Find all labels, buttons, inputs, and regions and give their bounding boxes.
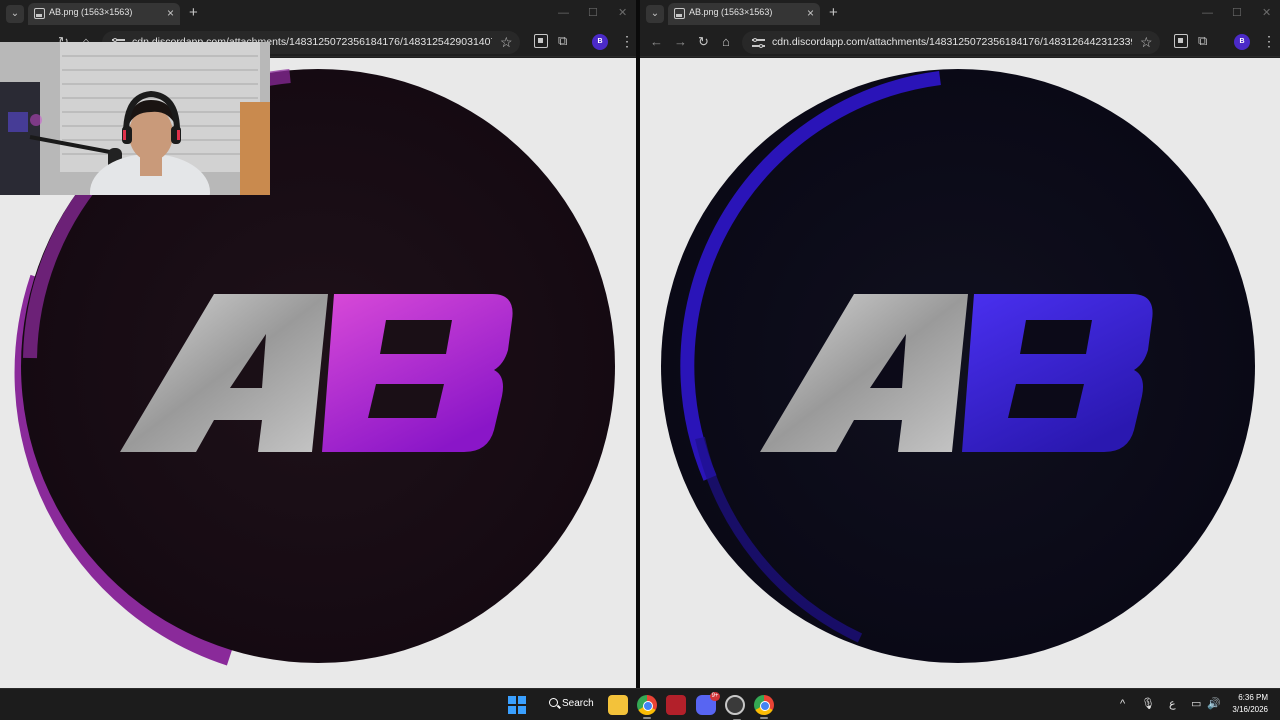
clock-time: 6:36 PM [1238,693,1268,702]
site-info-icon[interactable] [752,36,765,49]
notification-badge: 9+ [710,692,720,701]
maximize-button[interactable]: ☐ [588,6,598,20]
qr-code-icon[interactable] [1174,34,1188,48]
taskbar: Search 9+ ^ 🎙 ع ▭ 🔊 6:36 PM 3/16/2026 [0,688,1280,720]
close-window-button[interactable]: ✕ [618,6,627,20]
search-icon [549,698,558,707]
taskbar-search[interactable]: Search [538,693,600,717]
search-label: Search [562,698,594,709]
forward-button[interactable]: → [674,34,687,50]
profile-avatar[interactable]: B [1234,34,1250,50]
tab-strip: ⌄ AB.png (1563×1563) × + — ☐ ✕ [0,0,636,28]
discord-icon[interactable]: 9+ [696,692,720,715]
red-app-icon[interactable] [666,695,686,715]
file-explorer-icon[interactable] [608,695,628,715]
tab-title: AB.png (1563×1563) [689,7,773,17]
chevron-up-icon[interactable]: ^ [1120,697,1125,711]
tab-title: AB.png (1563×1563) [49,7,133,17]
close-window-button[interactable]: ✕ [1262,6,1271,20]
tab-image[interactable]: AB.png (1563×1563) × [28,3,180,25]
maximize-button[interactable]: ☐ [1232,6,1242,20]
bookmark-star-icon[interactable]: ☆ [500,34,513,50]
profile-avatar[interactable]: B [592,34,608,50]
image-icon [674,8,685,19]
tab-search-button[interactable]: ⌄ [6,5,24,23]
tab-close-icon[interactable]: × [167,6,174,20]
minimize-button[interactable]: — [1202,6,1213,20]
volume-icon[interactable]: 🔊 [1207,697,1221,711]
minimize-button[interactable]: — [558,6,569,20]
clock[interactable]: 6:36 PM 3/16/2026 [1226,692,1268,716]
browser-window-right: ⌄ AB.png (1563×1563) × + — ☐ ✕ ← → ↻ ⌂ c… [640,0,1280,688]
menu-kebab-icon[interactable]: ⋮ [1262,33,1276,49]
letter-b [322,294,513,452]
obs-icon[interactable] [725,695,745,720]
chrome-icon[interactable] [637,695,657,719]
home-button[interactable]: ⌂ [722,34,730,50]
desktop: ⌄ AB.png (1563×1563) × + — ☐ ✕ ← → ↻ ⌂ c… [0,0,1280,720]
bookmark-star-icon[interactable]: ☆ [1140,34,1153,50]
extensions-icon[interactable]: ⧉ [558,34,572,48]
browser-window-left: ⌄ AB.png (1563×1563) × + — ☐ ✕ ← → ↻ ⌂ c… [0,0,636,688]
tab-image[interactable]: AB.png (1563×1563) × [668,3,820,25]
qr-code-icon[interactable] [534,34,548,48]
logo-image-blue [640,58,1280,688]
url-text: cdn.discordapp.com/attachments/148312507… [772,36,1132,48]
clock-date: 3/16/2026 [1232,705,1268,714]
network-icon[interactable]: ▭ [1191,697,1201,711]
language-indicator[interactable]: ع [1169,697,1176,711]
tab-strip: ⌄ AB.png (1563×1563) × + — ☐ ✕ [640,0,1280,28]
menu-kebab-icon[interactable]: ⋮ [620,33,634,49]
tab-close-icon[interactable]: × [807,6,814,20]
letter-b [962,294,1153,452]
microphone-icon[interactable]: 🎙 [1141,697,1155,711]
new-tab-button[interactable]: + [829,4,838,22]
image-viewport [640,58,1280,688]
address-bar[interactable]: cdn.discordapp.com/attachments/148312507… [742,31,1160,54]
extensions-icon[interactable]: ⧉ [1198,34,1212,48]
tab-search-button[interactable]: ⌄ [646,5,664,23]
webcam-overlay [0,42,270,195]
new-tab-button[interactable]: + [189,4,198,22]
toolbar: ← → ↻ ⌂ cdn.discordapp.com/attachments/1… [640,28,1280,57]
reload-button[interactable]: ↻ [698,34,709,50]
back-button[interactable]: ← [650,34,663,50]
webcam-feed [0,42,270,195]
start-button[interactable] [508,696,526,714]
image-icon [34,8,45,19]
chrome-icon-2[interactable] [754,695,774,719]
